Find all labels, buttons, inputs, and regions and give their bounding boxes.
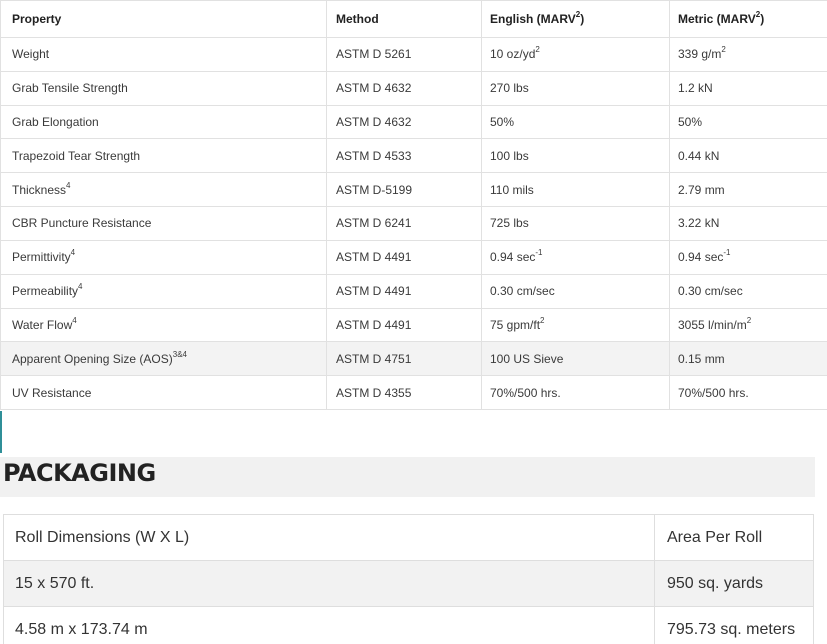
property-name-cell: Thickness4: [0, 172, 327, 208]
english-value-cell: 0.94 sec-1: [481, 239, 670, 275]
method-cell: ASTM D 4491: [326, 273, 482, 309]
method-cell: ASTM D 4751: [326, 341, 482, 377]
english-value-cell: 10 oz/yd2: [481, 37, 670, 72]
area-per-roll-cell: 950 sq. yards: [654, 560, 814, 607]
property-row: Permeability4 ASTM D 4491 0.30 cm/sec 0.30 …: [0, 273, 827, 309]
packaging-heading: PACKAGING: [0, 457, 815, 497]
property-row: Weight ASTM D 5261 10 oz/yd2 339 g/m2: [0, 37, 827, 72]
method-cell: ASTM D 4491: [326, 239, 482, 275]
packaging-row: 4.58 m x 173.74 m 795.73 sq. meters: [3, 606, 814, 644]
property-row: Water Flow4 ASTM D 4491 75 gpm/ft2 3055 l/m…: [0, 307, 827, 343]
property-name-cell: Grab Tensile Strength: [0, 70, 327, 106]
roll-dimensions-cell: 15 x 570 ft.: [3, 560, 655, 607]
property-name-cell: Water Flow4: [0, 307, 327, 343]
method-cell: ASTM D 4491: [326, 307, 482, 343]
property-name-cell: CBR Puncture Resistance: [0, 206, 327, 241]
header-method: Method: [326, 0, 482, 38]
english-value-cell: 70%/500 hrs.: [481, 375, 670, 410]
property-name-cell: Apparent Opening Size (AOS)3&4: [0, 341, 327, 377]
english-value-cell: 270 lbs: [481, 70, 670, 106]
metric-value-cell: 1.2 kN: [669, 70, 827, 106]
metric-value-cell: 0.44 kN: [669, 138, 827, 174]
method-cell: ASTM D 4632: [326, 70, 482, 106]
method-cell: ASTM D 5261: [326, 37, 482, 72]
section-accent-bar: [0, 411, 2, 453]
method-cell: ASTM D-5199: [326, 172, 482, 208]
properties-table: Property Method English (MARV2) Metric (…: [0, 0, 827, 410]
property-name-cell: Weight: [0, 37, 327, 72]
english-value-cell: 100 lbs: [481, 138, 670, 174]
property-row: CBR Puncture Resistance ASTM D 6241 725 lb…: [0, 206, 827, 241]
properties-header-row: Property Method English (MARV2) Metric (…: [0, 0, 827, 38]
english-value-cell: 0.30 cm/sec: [481, 273, 670, 309]
method-cell: ASTM D 4632: [326, 104, 482, 140]
metric-value-cell: 0.94 sec-1: [669, 239, 827, 275]
header-metric: Metric (MARV2): [669, 0, 827, 38]
metric-value-cell: 70%/500 hrs.: [669, 375, 827, 410]
metric-value-cell: 50%: [669, 104, 827, 140]
header-area-per-roll: Area Per Roll: [654, 514, 814, 561]
property-row: Grab Tensile Strength ASTM D 4632 270 lbs 1…: [0, 70, 827, 106]
method-cell: ASTM D 6241: [326, 206, 482, 241]
property-row: Permittivity4 ASTM D 4491 0.94 sec-1 0.94 s…: [0, 239, 827, 275]
method-cell: ASTM D 4355: [326, 375, 482, 410]
metric-value-cell: 3.22 kN: [669, 206, 827, 241]
metric-value-cell: 0.30 cm/sec: [669, 273, 827, 309]
property-name-cell: Permeability4: [0, 273, 327, 309]
english-value-cell: 50%: [481, 104, 670, 140]
property-row: Grab Elongation ASTM D 4632 50% 50%: [0, 104, 827, 140]
property-name-cell: Grab Elongation: [0, 104, 327, 140]
english-value-cell: 110 mils: [481, 172, 670, 208]
roll-dimensions-cell: 4.58 m x 173.74 m: [3, 606, 655, 644]
header-property: Property: [0, 0, 327, 38]
packaging-row: 15 x 570 ft. 950 sq. yards: [3, 560, 814, 607]
header-english: English (MARV2): [481, 0, 670, 38]
metric-value-cell: 3055 l/min/m2: [669, 307, 827, 343]
english-value-cell: 75 gpm/ft2: [481, 307, 670, 343]
area-per-roll-cell: 795.73 sq. meters: [654, 606, 814, 644]
metric-value-cell: 2.79 mm: [669, 172, 827, 208]
property-row: Apparent Opening Size (AOS)3&4 ASTM D 475…: [0, 341, 827, 377]
packaging-header-row: Roll Dimensions (W X L) Area Per Roll: [3, 514, 814, 561]
english-value-cell: 100 US Sieve: [481, 341, 670, 377]
property-name-cell: Trapezoid Tear Strength: [0, 138, 327, 174]
packaging-table: Roll Dimensions (W X L) Area Per Roll 15…: [3, 514, 814, 644]
method-cell: ASTM D 4533: [326, 138, 482, 174]
property-name-cell: Permittivity4: [0, 239, 327, 275]
english-value-cell: 725 lbs: [481, 206, 670, 241]
header-roll-dimensions: Roll Dimensions (W X L): [3, 514, 655, 561]
metric-value-cell: 0.15 mm: [669, 341, 827, 377]
property-row: Trapezoid Tear Strength ASTM D 4533 100 lb…: [0, 138, 827, 174]
property-row: Thickness4 ASTM D-5199 110 mils 2.79 mm: [0, 172, 827, 208]
property-row: UV Resistance ASTM D 4355 70%/500 hrs. 70%/…: [0, 375, 827, 410]
property-name-cell: UV Resistance: [0, 375, 327, 410]
metric-value-cell: 339 g/m2: [669, 37, 827, 72]
